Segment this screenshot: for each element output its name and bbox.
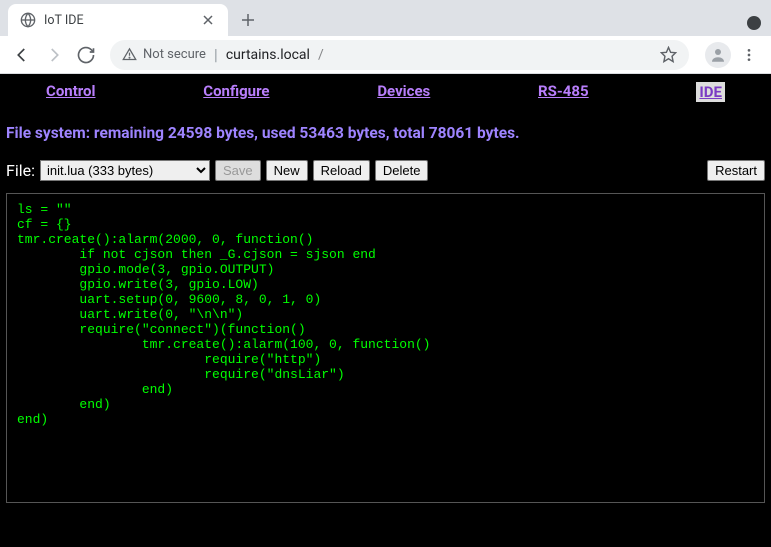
- file-label: File:: [6, 161, 35, 180]
- globe-icon: [20, 12, 36, 28]
- nav-link-ide[interactable]: IDE: [696, 82, 725, 102]
- kebab-menu-icon[interactable]: [735, 41, 763, 69]
- security-chip: Not secure: [122, 47, 206, 62]
- forward-button[interactable]: [40, 41, 68, 69]
- restart-button[interactable]: Restart: [707, 160, 765, 181]
- nav-link-devices[interactable]: Devices: [377, 82, 430, 102]
- nav-link-configure[interactable]: Configure: [203, 82, 269, 102]
- warning-icon: [122, 47, 137, 62]
- nav-link-control[interactable]: Control: [46, 82, 95, 102]
- nav-link-rs485[interactable]: RS-485: [538, 82, 589, 102]
- close-icon[interactable]: [200, 12, 216, 28]
- browser-tab-bar: IoT IDE: [0, 0, 771, 36]
- browser-toolbar: Not secure | curtains.local /: [0, 36, 771, 74]
- code-editor[interactable]: ls = "" cf = {} tmr.create():alarm(2000,…: [6, 193, 765, 503]
- url-path: /: [318, 47, 324, 63]
- url-separator: |: [214, 45, 218, 64]
- back-button[interactable]: [8, 41, 36, 69]
- window-button[interactable]: [747, 16, 761, 30]
- page-nav: Control Configure Devices RS-485 IDE: [6, 80, 765, 120]
- save-button[interactable]: Save: [215, 160, 261, 181]
- security-text: Not secure: [143, 47, 206, 62]
- reload-button[interactable]: [72, 41, 100, 69]
- new-tab-button[interactable]: [234, 6, 262, 34]
- bookmark-icon[interactable]: [660, 46, 677, 63]
- reload-file-button[interactable]: Reload: [313, 160, 370, 181]
- tab-title: IoT IDE: [44, 13, 192, 28]
- delete-button[interactable]: Delete: [375, 160, 429, 181]
- window-controls: [741, 16, 761, 30]
- page-content: Control Configure Devices RS-485 IDE Fil…: [0, 74, 771, 547]
- browser-tab[interactable]: IoT IDE: [8, 4, 228, 36]
- file-toolbar: File: init.lua (333 bytes) Save New Relo…: [6, 160, 765, 193]
- file-select[interactable]: init.lua (333 bytes): [40, 160, 210, 181]
- url-host: curtains.local: [226, 47, 310, 63]
- profile-button[interactable]: [705, 42, 731, 68]
- filesystem-status: File system: remaining 24598 bytes, used…: [6, 120, 765, 160]
- address-bar[interactable]: Not secure | curtains.local /: [110, 40, 689, 70]
- new-button[interactable]: New: [266, 160, 308, 181]
